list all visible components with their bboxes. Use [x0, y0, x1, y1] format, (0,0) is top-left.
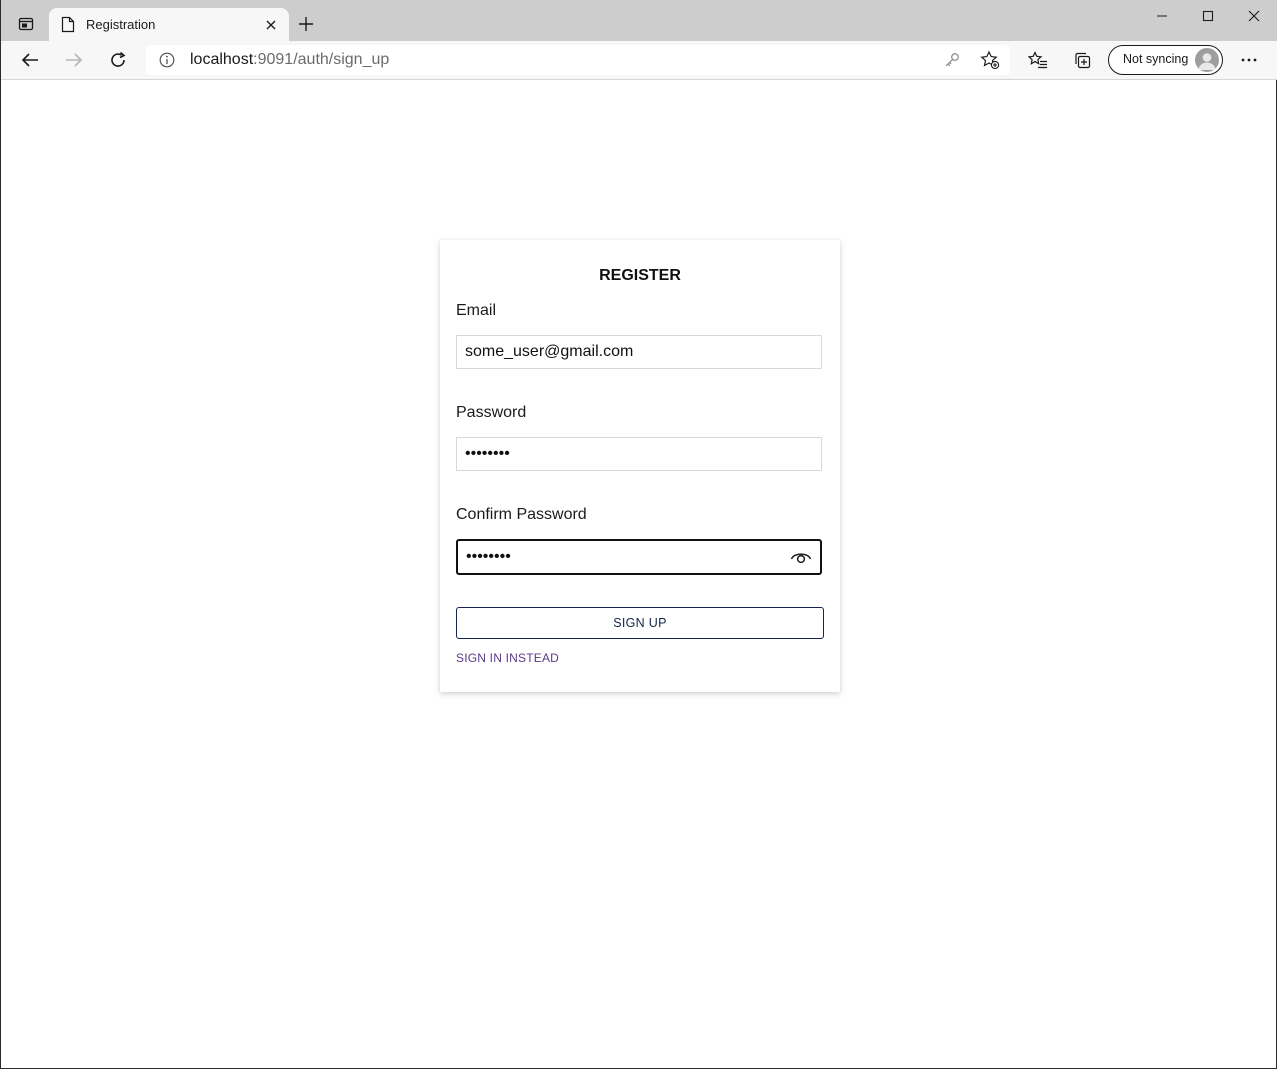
- url-host: localhost: [190, 51, 254, 68]
- confirm-password-input[interactable]: [458, 541, 820, 573]
- email-label: Email: [456, 302, 497, 319]
- favorites-icon[interactable]: [1023, 45, 1053, 75]
- password-label: Password: [456, 404, 527, 421]
- address-bar[interactable]: localhost:9091/auth/sign_up: [146, 45, 1010, 75]
- register-card: REGISTER Email Password Confirm Password…: [440, 240, 840, 692]
- confirm-password-label: Confirm Password: [456, 506, 587, 523]
- collections-icon[interactable]: [1067, 45, 1097, 75]
- key-icon[interactable]: [944, 52, 960, 73]
- show-password-eye-icon[interactable]: [790, 549, 812, 565]
- sync-status-label: Not syncing: [1123, 52, 1189, 66]
- form-title: REGISTER: [599, 267, 681, 284]
- url-text[interactable]: localhost:9091/auth/sign_up: [190, 51, 389, 69]
- close-window-icon[interactable]: [1231, 0, 1277, 32]
- forward-arrow-icon[interactable]: [59, 45, 89, 75]
- maximize-icon[interactable]: [1185, 0, 1231, 32]
- tab-title: Registration: [86, 17, 156, 32]
- more-options-icon[interactable]: [1234, 45, 1264, 75]
- minimize-icon[interactable]: [1139, 0, 1185, 32]
- close-tab-icon[interactable]: [261, 15, 281, 35]
- page-icon: [61, 16, 75, 38]
- password-input[interactable]: [457, 438, 821, 470]
- add-favorite-icon[interactable]: [980, 50, 1000, 75]
- sign-up-button[interactable]: SIGN UP: [456, 607, 824, 639]
- profile-sync-button[interactable]: Not syncing: [1108, 45, 1223, 75]
- browser-toolbar: localhost:9091/auth/sign_up Not syncing: [1, 41, 1277, 80]
- password-field[interactable]: [456, 437, 822, 471]
- site-info-icon[interactable]: [159, 52, 175, 73]
- email-input[interactable]: [457, 336, 821, 368]
- back-arrow-icon[interactable]: [15, 45, 45, 75]
- browser-window: Registration localhost:9091/auth/sign_up…: [0, 0, 1277, 1069]
- url-path: :9091/auth/sign_up: [253, 51, 390, 68]
- sign-in-instead-link[interactable]: SIGN IN INSTEAD: [456, 651, 559, 665]
- email-field[interactable]: [456, 335, 822, 369]
- new-tab-icon[interactable]: [295, 13, 317, 35]
- tab-registration[interactable]: Registration: [49, 8, 289, 41]
- avatar: [1195, 48, 1219, 72]
- confirm-password-field[interactable]: [456, 539, 822, 575]
- tab-actions-icon[interactable]: [13, 11, 39, 37]
- tab-strip: Registration: [1, 0, 1277, 41]
- refresh-icon[interactable]: [103, 45, 133, 75]
